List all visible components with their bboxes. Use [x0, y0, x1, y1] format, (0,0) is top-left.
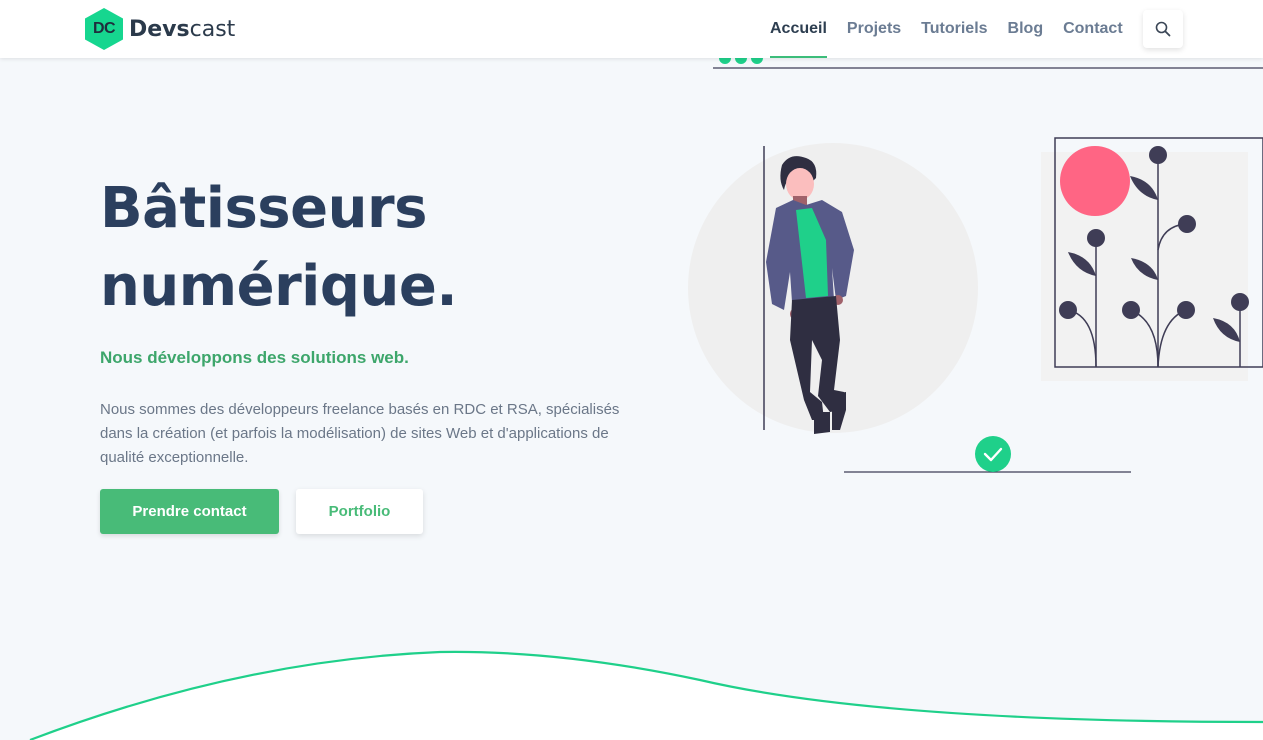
- bottom-wave-decoration: [29, 650, 1263, 740]
- brand-name-bold: Devs: [129, 16, 190, 42]
- portfolio-button[interactable]: Portfolio: [296, 489, 423, 534]
- logo-mark-text: DC: [92, 20, 116, 37]
- nav-item-accueil[interactable]: Accueil: [760, 0, 837, 58]
- hero-title: Bâtisseurs numérique.: [100, 170, 620, 326]
- site-header: DC Devscast Accueil Projets Tutoriels Bl…: [0, 0, 1263, 58]
- nav-item-projets[interactable]: Projets: [837, 0, 911, 58]
- nav-item-tutoriels[interactable]: Tutoriels: [911, 0, 997, 58]
- main-nav: Accueil Projets Tutoriels Blog Contact: [760, 0, 1133, 58]
- nav-item-contact[interactable]: Contact: [1053, 0, 1133, 58]
- hero-description: Nous sommes des développeurs freelance b…: [100, 401, 620, 466]
- person-figure: [766, 156, 854, 434]
- logo-hexagon-icon: DC: [84, 7, 124, 51]
- search-button[interactable]: [1143, 10, 1183, 48]
- nav-item-blog[interactable]: Blog: [998, 0, 1054, 58]
- search-icon: [1155, 21, 1171, 37]
- brand-logo-link[interactable]: DC Devscast: [84, 8, 235, 50]
- brand-name: Devscast: [129, 17, 235, 42]
- hero-illustration: [688, 52, 1263, 473]
- hero-subtitle: Nous développons des solutions web.: [100, 348, 409, 367]
- contact-button[interactable]: Prendre contact: [100, 489, 279, 534]
- brand-name-rest: cast: [189, 16, 236, 42]
- hero-title-line1: Bâtisseurs: [100, 176, 427, 241]
- hero-title-line2: numérique.: [100, 254, 458, 319]
